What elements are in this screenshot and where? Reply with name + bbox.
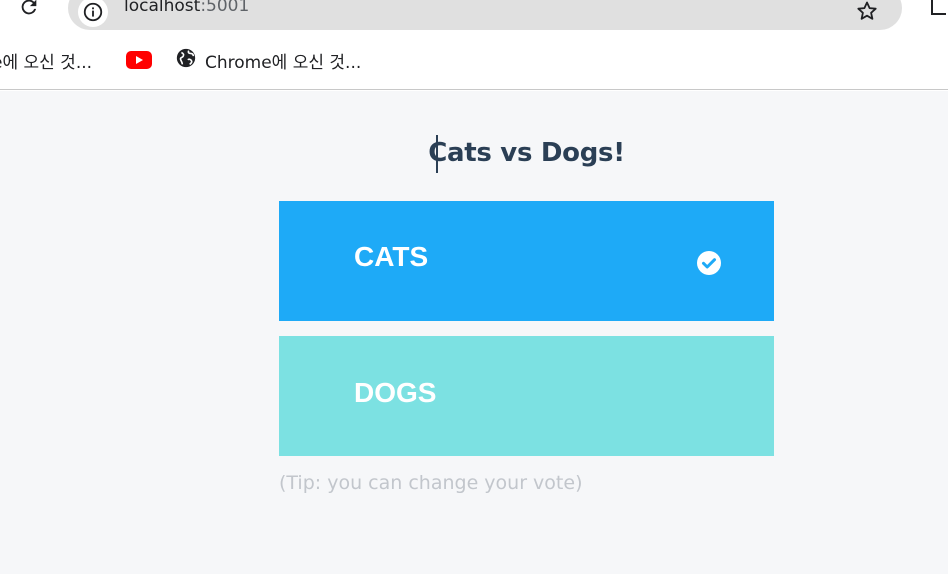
bookmark-label: Chrome에 오신 것...	[205, 52, 362, 73]
url-text[interactable]: localhost:5001	[124, 0, 249, 16]
vote-cats-label: CATS	[354, 241, 429, 272]
bookmarks-bar: e에 오신 것... Chrome에 오신 것...	[0, 40, 948, 90]
site-info-icon[interactable]	[78, 0, 108, 27]
check-circle-icon	[697, 251, 721, 275]
page-content: Cats vs Dogs! CATS DOGS (Tip: you can ch…	[0, 91, 948, 574]
browser-toolbar: localhost:5001	[0, 0, 948, 40]
vote-tip: (Tip: you can change your vote)	[279, 472, 583, 494]
url-port: :5001	[200, 0, 250, 16]
vote-cats-button[interactable]: CATS	[279, 201, 774, 321]
globe-icon	[175, 47, 197, 74]
bookmark-item-youtube[interactable]	[126, 48, 152, 72]
bookmark-label: e에 오신 것...	[0, 52, 93, 73]
reload-icon[interactable]	[16, 0, 42, 20]
vote-dogs-button[interactable]: DOGS	[279, 336, 774, 456]
youtube-icon	[126, 51, 152, 69]
bookmark-item-chrome[interactable]: Chrome에 오신 것...	[175, 47, 362, 74]
vote-dogs-label: DOGS	[354, 377, 437, 408]
address-bar[interactable]: localhost:5001	[68, 0, 902, 30]
bookmark-item[interactable]: e에 오신 것...	[0, 48, 93, 73]
url-host: localhost	[124, 0, 201, 16]
extensions-icon[interactable]	[928, 0, 948, 20]
page-title: Cats vs Dogs!	[428, 138, 625, 168]
bookmark-star-icon[interactable]	[854, 0, 880, 24]
